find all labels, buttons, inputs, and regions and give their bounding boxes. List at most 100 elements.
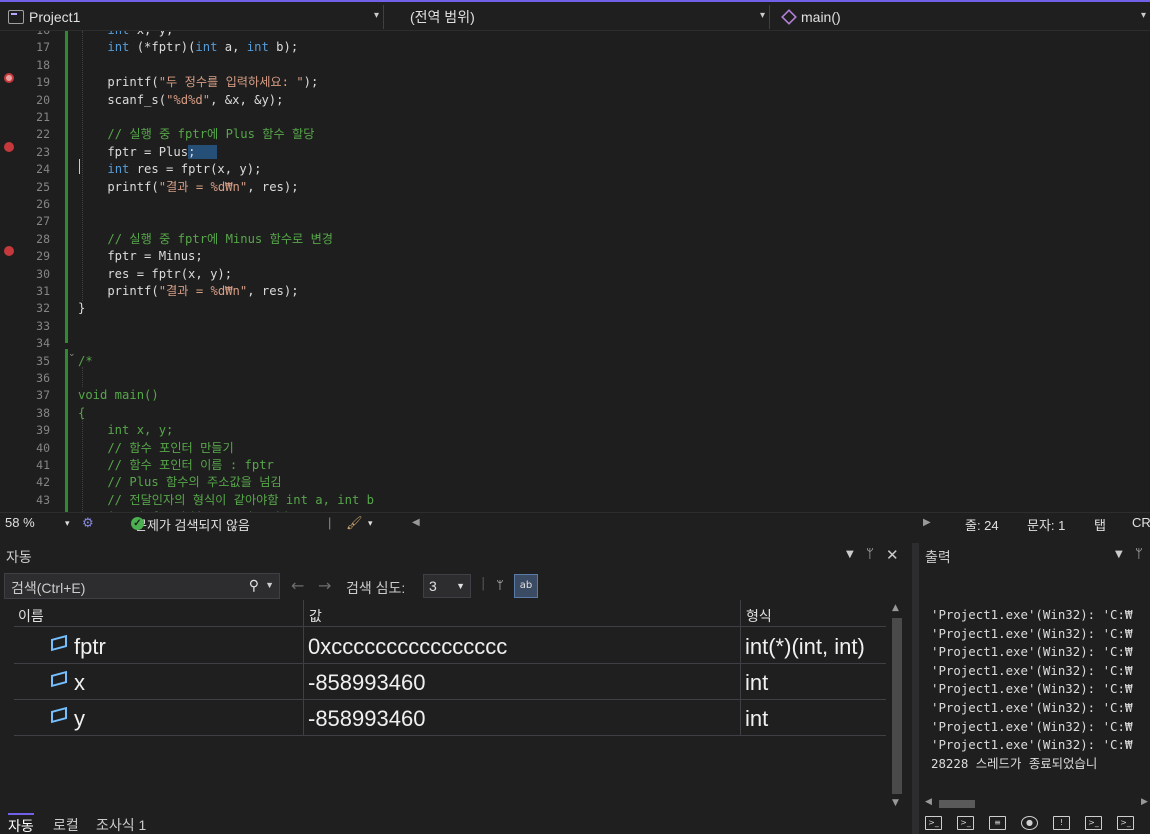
code-area[interactable]: int x, y; int (*fptr)(int a, int b); pri…: [78, 31, 1150, 512]
list-icon[interactable]: ≡: [989, 816, 1006, 830]
line-number: 40: [36, 440, 50, 455]
scrollbar-thumb[interactable]: [892, 618, 902, 794]
view-as-text-icon[interactable]: ab: [514, 574, 538, 598]
project-dropdown[interactable]: Project1 ▾: [0, 5, 384, 29]
code-line[interactable]: // 실행 중 fptr에 Plus 함수 할당: [78, 126, 314, 143]
column-header-name[interactable]: 이름: [18, 606, 44, 626]
code-line[interactable]: {: [78, 405, 85, 422]
check-circle-icon: ✓: [131, 517, 144, 530]
column-header-type[interactable]: 형식: [746, 606, 772, 626]
code-line[interactable]: // 함수 포인터 이름 : fptr: [78, 457, 274, 474]
code-line[interactable]: int x, y;: [78, 31, 173, 39]
autos-search-input[interactable]: 검색(Ctrl+E) ⚲ ▼: [4, 573, 280, 599]
code-line[interactable]: printf("결과 = %d₩n", res);: [78, 179, 298, 196]
variable-value[interactable]: 0xcccccccccccccccc: [308, 634, 507, 660]
code-line[interactable]: int res = fptr(x, y);: [78, 161, 261, 178]
line-number: 21: [36, 110, 50, 124]
collapse-icon[interactable]: ⌄: [68, 349, 76, 359]
code-line[interactable]: }: [78, 300, 85, 317]
pin-icon[interactable]: ᛘ: [866, 547, 874, 562]
scope-dropdown[interactable]: (전역 범위) ▾: [388, 5, 770, 29]
pin-icon[interactable]: ᛘ: [1135, 547, 1143, 562]
search-icon[interactable]: ⚲: [249, 577, 259, 594]
code-line[interactable]: int x, y;: [78, 422, 173, 439]
autos-window: 자동 ▼ ᛘ ✕ 검색(Ctrl+E) ⚲ ▼ ← → 검색 심도: 3 ▼ |…: [0, 543, 912, 834]
code-line[interactable]: void main(): [78, 387, 159, 404]
code-line[interactable]: scanf_s("%d%d", &x, &y);: [78, 92, 283, 109]
scroll-up-icon[interactable]: ▲: [892, 603, 899, 613]
search-depth-label: 검색 심도:: [346, 580, 406, 596]
variable-value[interactable]: -858993460: [308, 706, 425, 732]
code-line[interactable]: fptr = Plus;: [78, 144, 218, 161]
terminal-icon[interactable]: >_: [957, 816, 974, 830]
chevron-down-icon[interactable]: ▾: [368, 518, 373, 529]
scroll-left-icon[interactable]: ◀: [412, 517, 420, 528]
line-number: 36: [36, 371, 50, 385]
line-numbers: 1617 18 19 20 21 22 23 24 25 26 27 28 29 30 31 32 33 34 35…: [18, 31, 58, 512]
record-icon[interactable]: ●: [1021, 816, 1038, 830]
terminal-icon[interactable]: >_: [1117, 816, 1134, 830]
code-line[interactable]: int (*fptr)(int a, int b);: [78, 39, 298, 56]
line-number: 19: [36, 75, 50, 90]
code-line[interactable]: printf("결과 = %d₩n", res);: [78, 283, 298, 300]
brush-icon[interactable]: 🖌: [346, 515, 363, 531]
tab-locals[interactable]: 로컬: [53, 815, 79, 834]
code-line[interactable]: printf("두 정수를 입력하세요: ");: [78, 74, 318, 91]
method-cube-icon: [781, 9, 797, 25]
issues-indicator[interactable]: ✓ 문제가 검색되지 않음: [131, 515, 250, 534]
scroll-right-icon[interactable]: ▶: [923, 517, 931, 528]
tab-autos[interactable]: 자동: [8, 813, 34, 834]
chevron-down-icon[interactable]: ▾: [65, 518, 70, 529]
zoom-level[interactable]: 58 %: [5, 515, 35, 530]
search-depth-select[interactable]: 3 ▼: [423, 574, 471, 598]
terminal-icon[interactable]: >_: [925, 816, 942, 830]
scroll-right-icon[interactable]: ▶: [1141, 797, 1148, 807]
chevron-down-icon: ▾: [373, 10, 379, 21]
member-dropdown[interactable]: main() ▾: [774, 5, 1150, 29]
tab-indicator[interactable]: 탭: [1094, 515, 1106, 534]
variable-value[interactable]: -858993460: [308, 670, 425, 696]
code-line[interactable]: // 함수 포인터 만들기: [78, 440, 233, 457]
filter-pin-icon[interactable]: ᛘ: [488, 574, 512, 598]
scrollbar-thumb[interactable]: [939, 800, 975, 808]
close-icon[interactable]: ✕: [886, 546, 899, 564]
table-row[interactable]: fptr 0xcccccccccccccccc int(*)(int, int): [14, 628, 886, 664]
horizontal-scrollbar[interactable]: ◀ ▶: [923, 797, 1150, 811]
table-row[interactable]: y -858993460 int: [14, 700, 886, 736]
arrow-right-icon[interactable]: →: [318, 576, 331, 595]
vertical-scrollbar[interactable]: ▲ ▼: [888, 600, 906, 812]
line-number: 18: [36, 57, 50, 72]
code-line[interactable]: /*: [78, 353, 93, 370]
breakpoint-icon[interactable]: [4, 246, 14, 256]
column-header-value[interactable]: 값: [309, 606, 322, 626]
breakpoint-icon[interactable]: [4, 73, 14, 83]
breakpoint-icon[interactable]: [4, 142, 14, 152]
code-editor[interactable]: 1617 18 19 20 21 22 23 24 25 26 27 28 29 30 31 32 33 34 35…: [0, 31, 1150, 512]
project-icon: [8, 10, 24, 24]
line-number: 17: [36, 40, 50, 55]
chevron-down-icon: ▾: [1140, 10, 1146, 21]
code-line[interactable]: // 전달인자의 형식이 같아야함 int a, int b: [78, 492, 374, 509]
code-line[interactable]: // 실행 중 fptr에 Minus 함수로 변경: [78, 231, 333, 248]
variable-name: fptr: [74, 634, 106, 659]
eol-indicator[interactable]: CR: [1132, 515, 1150, 530]
output-text[interactable]: 'Project1.exe'(Win32): 'C:₩ 'Project1.exe…: [931, 606, 1132, 773]
table-row[interactable]: x -858993460 int: [14, 664, 886, 700]
window-menu-icon[interactable]: ▼: [1115, 549, 1123, 560]
code-line[interactable]: // Plus 함수의 주소값을 넘김: [78, 474, 281, 491]
code-line[interactable]: res = fptr(x, y);: [78, 266, 232, 283]
breakpoints-icon[interactable]: !: [1053, 816, 1070, 830]
terminal-icon[interactable]: >_: [1085, 816, 1102, 830]
window-menu-icon[interactable]: ▼: [846, 549, 854, 560]
column-indicator[interactable]: 문자: 1: [1027, 515, 1065, 534]
editor-status-bar: 58 % ▾ ⚙ ✓ 문제가 검색되지 않음 | 🖌 ▾ ◀ ▶ 줄: 24 문…: [0, 512, 1150, 533]
scroll-left-icon[interactable]: ◀: [925, 797, 932, 807]
line-indicator[interactable]: 줄: 24: [965, 515, 999, 534]
line-number: 31: [36, 284, 50, 298]
breakpoint-margin[interactable]: [0, 31, 18, 512]
code-line[interactable]: fptr = Minus;: [78, 248, 202, 265]
tab-watch-1[interactable]: 조사식 1: [96, 815, 146, 834]
arrow-left-icon[interactable]: ←: [291, 576, 304, 595]
chevron-down-icon[interactable]: ▼: [265, 580, 274, 590]
scroll-down-icon[interactable]: ▼: [892, 798, 899, 808]
